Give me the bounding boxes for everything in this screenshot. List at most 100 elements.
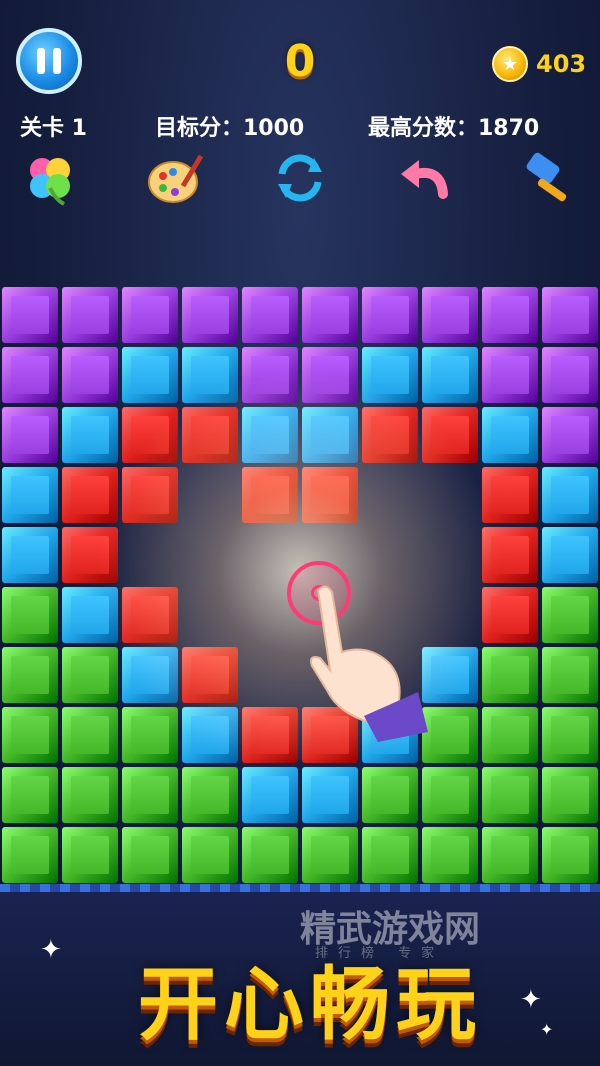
block-tile[interactable] xyxy=(362,407,418,463)
block-tile[interactable] xyxy=(2,827,58,883)
block-tile[interactable] xyxy=(542,707,598,763)
block-tile[interactable] xyxy=(542,767,598,823)
hud: 0 ★ 403 关卡 1 目标分：1000 最高分数：1870 xyxy=(0,0,600,285)
block-face xyxy=(11,476,49,514)
block-tile[interactable] xyxy=(422,347,478,403)
slogan: 开心畅玩 xyxy=(138,958,482,1051)
block-tile[interactable] xyxy=(2,587,58,643)
block-tile[interactable] xyxy=(482,767,538,823)
block-tile[interactable] xyxy=(482,707,538,763)
block-tile[interactable] xyxy=(482,587,538,643)
block-tile[interactable] xyxy=(182,647,238,703)
block-tile[interactable] xyxy=(242,827,298,883)
block-tile[interactable] xyxy=(62,527,118,583)
block-tile[interactable] xyxy=(2,527,58,583)
block-tile[interactable] xyxy=(242,767,298,823)
block-tile[interactable] xyxy=(542,647,598,703)
block-tile[interactable] xyxy=(542,347,598,403)
block-tile[interactable] xyxy=(542,527,598,583)
block-tile[interactable] xyxy=(542,587,598,643)
block-tile[interactable] xyxy=(2,407,58,463)
block-tile[interactable] xyxy=(122,467,178,523)
block-face xyxy=(71,296,109,334)
block-tile[interactable] xyxy=(62,647,118,703)
block-tile[interactable] xyxy=(242,347,298,403)
block-tile[interactable] xyxy=(422,827,478,883)
block-face xyxy=(131,836,169,874)
block-tile[interactable] xyxy=(62,407,118,463)
block-tile[interactable] xyxy=(62,707,118,763)
block-tile[interactable] xyxy=(2,347,58,403)
block-tile[interactable] xyxy=(542,287,598,343)
block-tile[interactable] xyxy=(422,407,478,463)
block-tile[interactable] xyxy=(182,707,238,763)
block-tile[interactable] xyxy=(62,767,118,823)
block-tile[interactable] xyxy=(2,767,58,823)
block-tile[interactable] xyxy=(182,827,238,883)
block-face xyxy=(191,416,229,454)
block-face xyxy=(131,656,169,694)
block-tile[interactable] xyxy=(302,467,358,523)
clover-tool-button[interactable] xyxy=(20,148,80,208)
block-tile[interactable] xyxy=(2,707,58,763)
block-tile[interactable] xyxy=(62,467,118,523)
block-tile[interactable] xyxy=(482,467,538,523)
refresh-icon xyxy=(278,154,322,202)
block-face xyxy=(491,776,529,814)
block-tile[interactable] xyxy=(362,347,418,403)
block-tile[interactable] xyxy=(362,827,418,883)
block-face xyxy=(551,416,589,454)
block-tile[interactable] xyxy=(122,287,178,343)
block-tile[interactable] xyxy=(182,767,238,823)
block-tile[interactable] xyxy=(542,467,598,523)
block-tile[interactable] xyxy=(482,827,538,883)
block-tile[interactable] xyxy=(62,287,118,343)
block-tile[interactable] xyxy=(302,347,358,403)
block-tile[interactable] xyxy=(62,587,118,643)
block-tile[interactable] xyxy=(182,287,238,343)
block-tile[interactable] xyxy=(182,407,238,463)
block-tile[interactable] xyxy=(482,407,538,463)
block-face xyxy=(131,476,169,514)
refresh-tool-button[interactable] xyxy=(270,148,330,208)
block-tile[interactable] xyxy=(302,767,358,823)
block-tile[interactable] xyxy=(2,647,58,703)
block-tile[interactable] xyxy=(122,707,178,763)
block-tile[interactable] xyxy=(2,287,58,343)
block-tile[interactable] xyxy=(542,407,598,463)
block-tile[interactable] xyxy=(122,347,178,403)
block-tile[interactable] xyxy=(242,707,298,763)
block-tile[interactable] xyxy=(422,647,478,703)
block-tile[interactable] xyxy=(62,347,118,403)
block-tile[interactable] xyxy=(482,647,538,703)
block-tile[interactable] xyxy=(62,827,118,883)
block-tile[interactable] xyxy=(122,407,178,463)
block-tile[interactable] xyxy=(242,467,298,523)
block-tile[interactable] xyxy=(362,287,418,343)
block-tile[interactable] xyxy=(2,467,58,523)
block-tile[interactable] xyxy=(302,407,358,463)
block-tile[interactable] xyxy=(542,827,598,883)
block-tile[interactable] xyxy=(302,287,358,343)
undo-tool-button[interactable] xyxy=(395,148,455,208)
palette-tool-button[interactable] xyxy=(145,148,205,208)
block-tile[interactable] xyxy=(362,767,418,823)
block-tile[interactable] xyxy=(422,707,478,763)
block-tile[interactable] xyxy=(242,407,298,463)
hammer-tool-button[interactable] xyxy=(520,148,580,208)
block-face xyxy=(11,716,49,754)
block-face xyxy=(551,296,589,334)
block-tile[interactable] xyxy=(182,347,238,403)
block-tile[interactable] xyxy=(122,587,178,643)
block-tile[interactable] xyxy=(122,767,178,823)
block-tile[interactable] xyxy=(482,527,538,583)
block-tile[interactable] xyxy=(482,287,538,343)
block-tile[interactable] xyxy=(242,287,298,343)
block-tile[interactable] xyxy=(422,287,478,343)
block-tile[interactable] xyxy=(302,827,358,883)
block-tile[interactable] xyxy=(422,767,478,823)
block-tile[interactable] xyxy=(122,827,178,883)
block-tile[interactable] xyxy=(482,347,538,403)
block-tile[interactable] xyxy=(122,647,178,703)
pause-button[interactable] xyxy=(16,28,82,94)
